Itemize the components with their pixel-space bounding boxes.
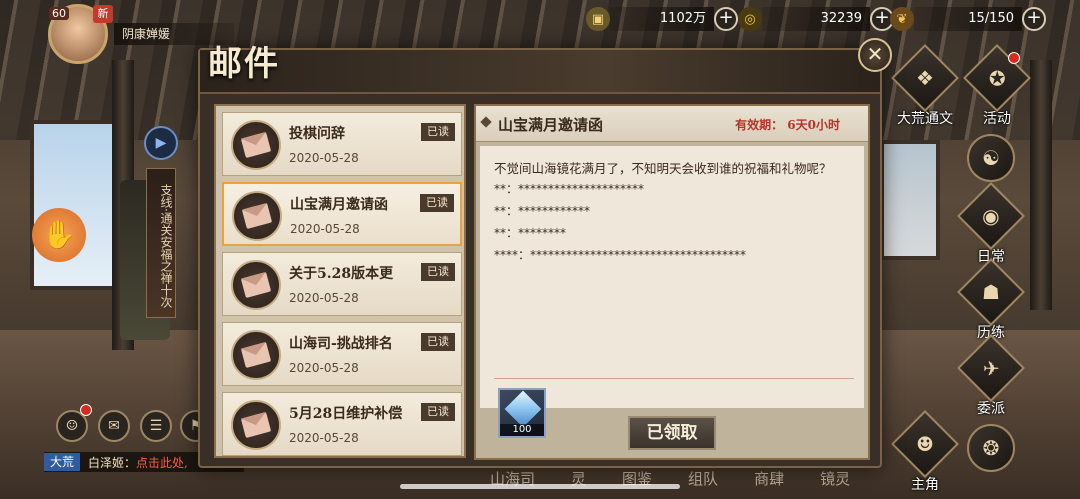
add-coins-button[interactable]: +: [714, 7, 738, 31]
mail-date: 2020-05-28: [289, 361, 359, 375]
nav-jingling[interactable]: 镜灵: [820, 468, 850, 489]
spiral-value: 32239: [762, 7, 870, 31]
chat-sender: 白泽姬：: [88, 455, 137, 470]
side-menu-training[interactable]: ☗ 历练: [956, 258, 1026, 342]
coin-value: 1102万: [610, 7, 714, 31]
stamina-icon: ❦: [890, 7, 914, 31]
chat-link[interactable]: 点击此处,: [136, 454, 188, 471]
page-title: 邮件: [208, 44, 280, 84]
background-window: [30, 120, 120, 290]
mail-subject: 5月28日维护补偿: [289, 406, 403, 422]
mail-list-item[interactable]: 投棋问辞 2020-05-28 已读: [222, 112, 462, 176]
side-menu-dispatch[interactable]: ✈ 委派: [956, 334, 1026, 418]
read-status-badge: 已读: [421, 123, 455, 141]
side-menu-protagonist[interactable]: ☻ 主角: [890, 410, 960, 494]
envelope-icon: [231, 330, 281, 380]
character-portrait-icon: ☯: [967, 134, 1015, 182]
mail-panel: 邮件 投棋问辞 2020-05-28 已读 山宝满月邀请函 2020-05-28…: [198, 44, 882, 468]
hand-icon[interactable]: ✋: [32, 208, 86, 262]
read-status-badge: 已读: [420, 194, 454, 212]
envelope-icon: [231, 400, 281, 450]
add-stamina-button[interactable]: +: [1022, 7, 1046, 31]
mail-date: 2020-05-28: [289, 151, 359, 165]
scroll-icon: ❖: [891, 44, 959, 112]
home-indicator[interactable]: [400, 484, 680, 489]
resource-stamina: ❦ 15/150 +: [890, 6, 1046, 32]
mail-subject: 关于5.28版本更: [289, 266, 394, 282]
mail-body-line: **：********: [494, 226, 567, 240]
reward-item[interactable]: 100: [498, 388, 546, 438]
side-menu-character-portrait[interactable]: ☯: [956, 134, 1026, 182]
dispatch-icon: ✈: [957, 334, 1025, 402]
background-pillar: [1030, 60, 1052, 310]
stamina-value: 15/150: [914, 7, 1022, 31]
side-menu-dahuang[interactable]: ❖ 大荒通文: [890, 44, 960, 128]
mail-list-item[interactable]: 山海司-挑战排名 2020-05-28 已读: [222, 322, 462, 386]
play-icon[interactable]: ▶: [144, 126, 178, 160]
mail-icon[interactable]: ✉: [98, 410, 130, 442]
nav-shangsi[interactable]: 商肆: [754, 468, 784, 489]
training-icon: ☗: [957, 258, 1025, 326]
mail-body-line: **：*********************: [494, 182, 645, 196]
crystal-icon: [504, 390, 542, 428]
mail-list[interactable]: 投棋问辞 2020-05-28 已读 山宝满月邀请函 2020-05-28 已读…: [214, 104, 466, 458]
read-status-badge: 已读: [421, 333, 455, 351]
envelope-icon: [231, 120, 281, 170]
player-level: 60: [49, 7, 69, 20]
reward-count: 100: [500, 424, 544, 436]
diamond-icon: [480, 116, 492, 128]
envelope-icon: [232, 191, 282, 241]
mail-header: 邮件: [200, 44, 880, 94]
mail-date: 2020-05-28: [289, 291, 359, 305]
mail-body-line: 不觉间山海镜花满月了，不知明天会收到谁的祝福和礼物呢？: [494, 161, 832, 176]
read-status-badge: 已读: [421, 403, 455, 421]
mail-body-line: ****：***********************************…: [494, 248, 747, 262]
background-window: [880, 140, 940, 260]
daily-icon: ◉: [957, 182, 1025, 250]
mail-list-item[interactable]: 5月28日维护补偿 2020-05-28 已读: [222, 392, 462, 456]
resource-coins: ▣ 1102万 +: [586, 6, 738, 32]
mail-subject: 山海司-挑战排名: [289, 336, 393, 352]
claimed-button[interactable]: 已领取: [628, 416, 716, 450]
side-menu-activity[interactable]: ✪ 活动: [962, 44, 1032, 128]
mail-detail-body: 不觉间山海镜花满月了，不知明天会收到谁的祝福和礼物呢？ **：*********…: [480, 146, 864, 438]
new-badge: 新: [93, 5, 113, 23]
validity-text: 有效期： 6天0小时: [735, 118, 840, 132]
protagonist-icon: ☻: [891, 410, 959, 478]
close-icon[interactable]: ✕: [858, 38, 892, 72]
mail-body-line: **：************: [494, 204, 591, 218]
mail-date: 2020-05-28: [289, 431, 359, 445]
mail-detail-header: 山宝满月邀请函 有效期： 6天0小时: [476, 106, 868, 142]
mail-list-item-selected[interactable]: 山宝满月邀请函 2020-05-28 已读: [222, 182, 462, 246]
envelope-icon: [231, 260, 281, 310]
read-status-badge: 已读: [421, 263, 455, 281]
side-menu-daily[interactable]: ◉ 日常: [956, 182, 1026, 266]
mail-detail-title: 山宝满月邀请函: [498, 116, 604, 134]
quest-banner[interactable]: 支线·通关安福之禅十次: [146, 168, 176, 318]
chat-channel-tag: 大荒: [44, 453, 81, 471]
coin-icon: ▣: [586, 7, 610, 31]
activity-icon: ✪: [963, 44, 1031, 112]
mail-date: 2020-05-28: [290, 222, 360, 236]
notes-icon[interactable]: ☰: [140, 410, 172, 442]
spiral-currency-icon: ◎: [738, 7, 762, 31]
nav-zudui[interactable]: 组队: [688, 468, 718, 489]
mail-list-item[interactable]: 关于5.28版本更 2020-05-28 已读: [222, 252, 462, 316]
divider: [494, 378, 854, 379]
side-menu-emblem[interactable]: ❂: [956, 424, 1026, 472]
mail-subject: 山宝满月邀请函: [290, 197, 388, 213]
notification-dot: [80, 404, 92, 416]
mail-detail: 山宝满月邀请函 有效期： 6天0小时 不觉间山海镜花满月了，不知明天会收到谁的祝…: [474, 104, 870, 460]
emblem-icon: ❂: [967, 424, 1015, 472]
resource-spiral: ◎ 32239 +: [738, 6, 894, 32]
avatar[interactable]: 60 新: [48, 4, 113, 64]
notification-dot: [1008, 52, 1020, 64]
mail-subject: 投棋问辞: [289, 126, 345, 142]
